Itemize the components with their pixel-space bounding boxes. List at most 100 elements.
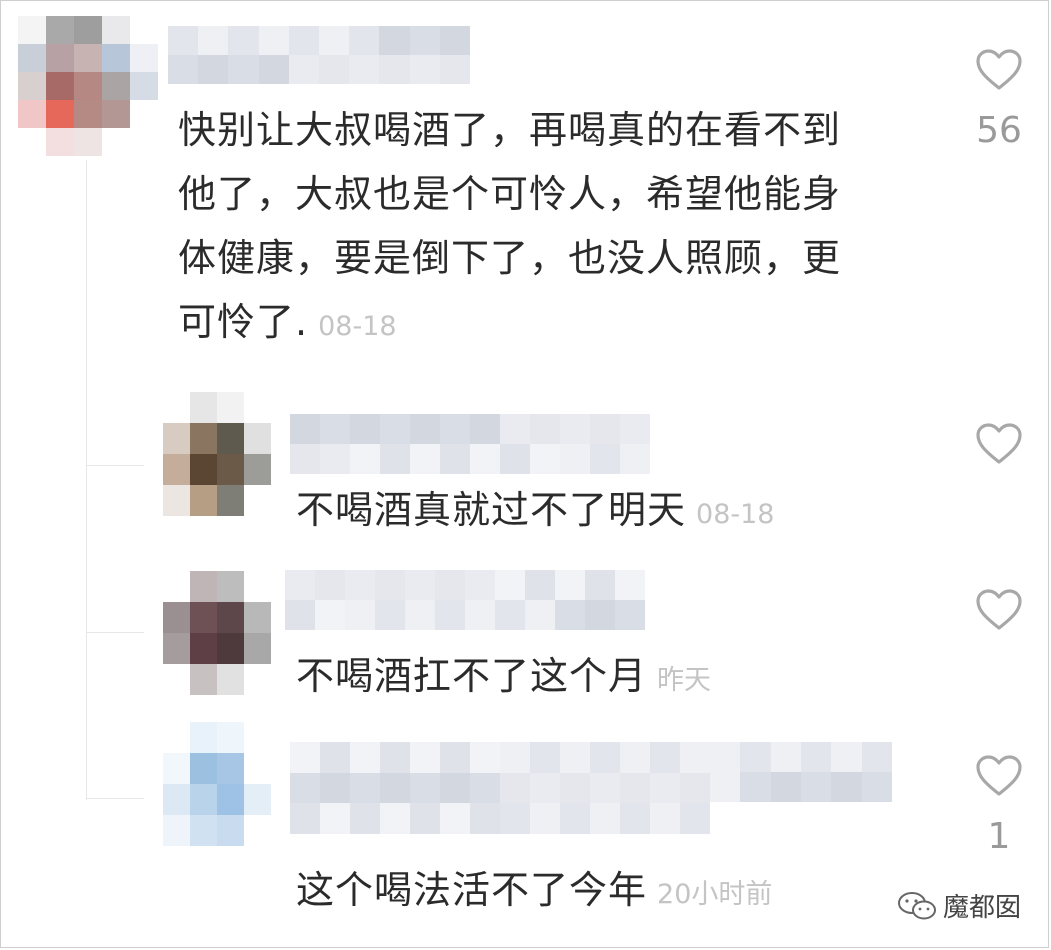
reply-text: 这个喝法活不了今年 20小时前 [296,868,773,912]
avatar-pixel [163,454,190,485]
comment-time: 昨天 [657,665,712,696]
avatar-pixel [244,633,271,664]
blur-pixel [380,803,410,834]
blur-pixel [228,55,259,84]
blur-pixel [585,600,615,630]
avatar-pixel [190,753,217,784]
avatar-pixel [217,815,244,846]
avatar-pixel [74,44,102,72]
blur-pixel [350,414,380,444]
avatar-pixel [102,44,130,72]
blur-pixel [349,26,380,55]
avatar[interactable] [18,16,158,156]
blur-pixel [530,772,560,804]
avatar[interactable] [163,392,271,516]
blur-pixel [500,772,530,804]
avatar-pixel [190,454,217,485]
avatar-pixel [217,753,244,784]
avatar-pixel [102,72,130,100]
blur-pixel [470,414,500,444]
like-count: 1 [987,816,1011,857]
blur-pixel [770,742,801,772]
avatar-pixel [190,485,217,516]
comment-text: 快别让大叔喝酒了，再喝真的在看不到 他了，大叔也是个可怜人，希望他能身 体健康，… [178,108,842,344]
blur-pixel [380,742,410,773]
like-count: 56 [976,110,1022,151]
blur-pixel [440,414,470,444]
avatar-pixel [18,72,46,100]
blur-pixel [405,570,435,600]
thread-branch [86,798,144,799]
blur-pixel [290,444,320,474]
avatar-pixel [190,722,217,753]
username-blurred[interactable] [290,742,710,834]
avatar-pixel [163,722,190,753]
avatar-pixel [190,423,217,454]
avatar-pixel [217,633,244,664]
blur-pixel [319,55,350,84]
blur-pixel [500,742,530,773]
comment-time: 08-18 [696,499,775,530]
blur-pixel [198,26,229,55]
wechat-icon [897,891,936,919]
blur-pixel [590,444,620,474]
comment-time: 08-18 [318,311,397,342]
blur-pixel [740,742,771,772]
blur-pixel [585,570,615,600]
username-blurred[interactable] [290,414,650,474]
avatar-pixel [163,633,190,664]
avatar-pixel [190,815,217,846]
blur-pixel [409,26,440,55]
avatar-pixel [190,664,217,695]
avatar-pixel [130,44,158,72]
heart-outline-icon[interactable] [975,754,1023,798]
heart-outline-icon[interactable] [975,588,1023,632]
blur-pixel [198,55,229,84]
avatar-pixel [217,722,244,753]
blur-pixel [435,570,465,600]
avatar-pixel [244,485,271,516]
avatar-pixel [130,100,158,128]
blur-pixel [590,414,620,444]
blur-pixel [560,803,590,834]
blur-pixel [375,600,405,630]
avatar-pixel [74,16,102,44]
avatar-pixel [46,72,74,100]
avatar[interactable] [163,722,271,846]
avatar-pixel [163,815,190,846]
avatar-pixel [244,815,271,846]
blur-pixel [495,600,525,630]
thread-branch [86,632,144,633]
blur-pixel [288,55,319,84]
blur-pixel [258,26,289,55]
avatar-pixel [74,128,102,156]
thread-line [86,160,87,800]
blur-pixel [650,742,680,773]
avatar-pixel [74,100,102,128]
blur-pixel [290,803,320,834]
blur-pixel [500,803,530,834]
blur-pixel [801,742,832,772]
blur-pixel [470,772,500,804]
blur-pixel [285,600,315,630]
avatar-pixel [244,602,271,633]
username-blurred[interactable] [168,26,470,84]
blur-pixel [530,414,560,444]
avatar-pixel [46,16,74,44]
blur-pixel [530,444,560,474]
avatar-pixel [190,392,217,423]
blur-pixel [470,742,500,773]
avatar-pixel [244,664,271,695]
avatar-pixel [18,100,46,128]
username-blurred-extra [710,742,892,802]
blur-pixel [470,444,500,474]
blur-pixel [710,742,741,772]
heart-outline-icon[interactable] [975,422,1023,466]
blur-pixel [350,772,380,804]
avatar-pixel [217,485,244,516]
blur-pixel [590,772,620,804]
avatar[interactable] [163,571,271,695]
heart-outline-icon[interactable] [975,48,1023,92]
username-blurred[interactable] [285,570,645,630]
blur-pixel [290,772,320,804]
